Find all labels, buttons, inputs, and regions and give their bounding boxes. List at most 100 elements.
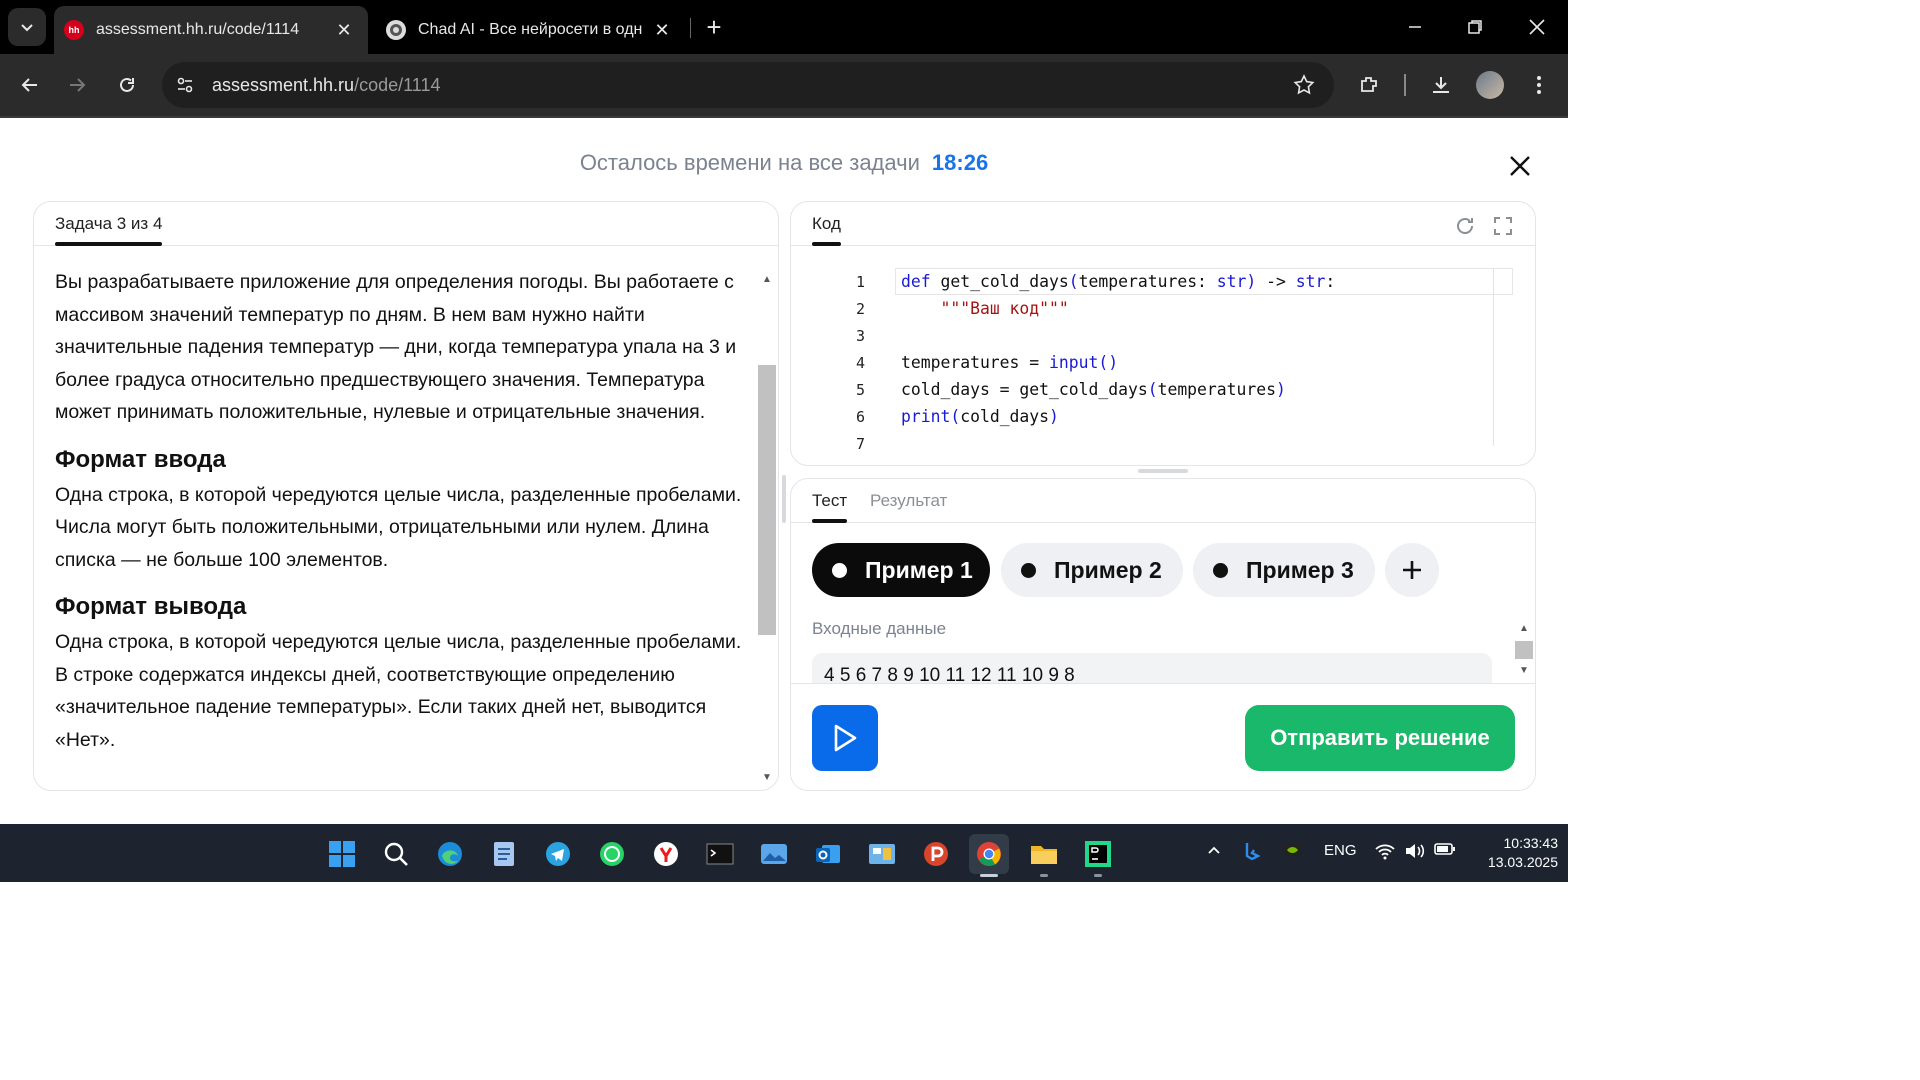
example-label: Пример 3 (1246, 556, 1354, 583)
close-window-icon[interactable] (1522, 12, 1552, 42)
hh-favicon-icon: hh (64, 20, 84, 40)
example-2-button[interactable]: Пример 2 (1001, 543, 1183, 597)
bing-icon[interactable] (1244, 842, 1261, 864)
task-panel: Задача 3 из 4 Вы разрабатываете приложен… (33, 201, 779, 791)
chrome-icon[interactable] (969, 834, 1009, 874)
example-3-button[interactable]: Пример 3 (1193, 543, 1375, 597)
code-panel: Код 1 def get_cold_days(temperatures: st… (790, 201, 1536, 466)
code-line: 2 """Ваш код""" (791, 295, 1511, 322)
code-editor[interactable]: 1 def get_cold_days(temperatures: str) -… (791, 258, 1535, 458)
timer-bar: Осталось времени на все задачи 18:26 (0, 150, 1568, 176)
file-explorer-icon[interactable] (1024, 834, 1064, 874)
example-label: Пример 2 (1054, 556, 1162, 583)
control-panel-icon[interactable] (862, 834, 902, 874)
windows-taskbar: ENG 10:33:43 13.03.2025 (0, 824, 1568, 882)
scrollbar-thumb[interactable] (758, 365, 776, 635)
output-format-heading: Формат вывода (55, 593, 247, 620)
tab-divider (690, 18, 691, 38)
scroll-up-icon[interactable]: ▲ (1517, 623, 1531, 635)
editor-resize-handle[interactable] (1138, 469, 1188, 473)
submit-solution-button[interactable]: Отправить решение (1245, 705, 1515, 771)
close-icon[interactable] (1506, 152, 1534, 180)
chad-ai-favicon-icon (386, 20, 406, 40)
profile-avatar[interactable] (1473, 68, 1507, 102)
tab-task[interactable]: Задача 3 из 4 (55, 214, 163, 246)
input-format-heading: Формат ввода (55, 445, 226, 473)
divider (0, 116, 1568, 118)
outlook-icon[interactable] (808, 834, 848, 874)
bookmark-star-icon[interactable] (1292, 73, 1316, 97)
windows-start-icon[interactable] (322, 834, 362, 874)
play-icon (834, 724, 857, 752)
terminal-icon[interactable] (700, 834, 740, 874)
menu-kebab-icon[interactable] (1522, 68, 1556, 102)
volume-icon[interactable] (1404, 842, 1426, 864)
active-indicator (980, 874, 998, 877)
notepad-icon[interactable] (484, 834, 524, 874)
edge-icon[interactable] (430, 834, 470, 874)
example-1-button[interactable]: Пример 1 (812, 543, 990, 597)
app-p-icon[interactable] (916, 834, 956, 874)
scroll-up-icon[interactable]: ▲ (760, 274, 774, 286)
code-line: 3 (791, 322, 1511, 349)
panel-resize-handle[interactable] (782, 475, 786, 523)
tab-search-button[interactable] (8, 8, 46, 46)
reload-icon[interactable] (110, 68, 144, 102)
browser-tab-active[interactable]: hh assessment.hh.ru/code/1114 ✕ (54, 6, 368, 54)
test-tabs: Тест Результат (791, 479, 1535, 523)
task-tabs: Задача 3 из 4 (34, 202, 778, 246)
line-number: 4 (855, 353, 865, 372)
timer-value: 18:26 (931, 150, 989, 175)
telegram-icon[interactable] (538, 834, 578, 874)
minimize-icon[interactable] (1400, 12, 1430, 42)
tab-test[interactable]: Тест (812, 491, 848, 523)
chevron-up-icon[interactable] (1206, 842, 1222, 862)
code-text: """Ваш код""" (940, 299, 1069, 318)
scroll-down-icon[interactable]: ▼ (1517, 665, 1531, 677)
photos-icon[interactable] (754, 834, 794, 874)
line-number: 6 (855, 407, 865, 426)
line-number: 7 (855, 434, 865, 453)
scrollbar-thumb[interactable] (1515, 641, 1533, 659)
whatsapp-icon[interactable] (592, 834, 632, 874)
run-button[interactable] (812, 705, 878, 771)
system-clock[interactable]: 10:33:43 13.03.2025 (1462, 834, 1558, 872)
browser-tab[interactable]: Chad AI - Все нейросети в одн ✕ (376, 6, 686, 54)
restore-icon[interactable] (1460, 12, 1490, 42)
bullet-icon (1021, 562, 1036, 578)
nvidia-icon[interactable] (1282, 842, 1302, 862)
example-label: Пример 1 (865, 556, 973, 583)
tab-code[interactable]: Код (812, 214, 841, 246)
battery-icon[interactable] (1434, 842, 1456, 860)
close-tab-icon[interactable]: ✕ (332, 18, 356, 42)
reset-code-icon[interactable] (1453, 214, 1477, 238)
pycharm-icon[interactable] (1078, 834, 1118, 874)
fullscreen-icon[interactable] (1491, 214, 1515, 238)
tab-result[interactable]: Результат (870, 491, 947, 511)
code-text: def get_cold_days(temperatures: str) -> … (901, 272, 1336, 291)
back-icon[interactable] (13, 68, 47, 102)
running-indicator (1040, 874, 1048, 877)
code-text: cold_days = get_cold_days(temperatures) (901, 380, 1286, 399)
wifi-icon[interactable] (1374, 842, 1396, 864)
input-format-text: Одна строка, в которой чередуются целые … (55, 483, 742, 571)
new-tab-icon[interactable]: + (700, 14, 728, 42)
yandex-browser-icon[interactable] (646, 834, 686, 874)
extensions-icon[interactable] (1352, 68, 1386, 102)
close-tab-icon[interactable]: ✕ (650, 18, 674, 42)
code-text: temperatures = input() (901, 353, 1119, 372)
address-bar[interactable]: assessment.hh.ru/code/1114 (162, 62, 1334, 108)
line-number: 2 (855, 299, 865, 318)
tab-title: Chad AI - Все нейросети в одн (418, 21, 643, 38)
code-line: 5 cold_days = get_cold_days(temperatures… (791, 376, 1511, 403)
language-indicator[interactable]: ENG (1324, 842, 1357, 859)
forward-icon[interactable] (60, 68, 94, 102)
line-number: 5 (855, 380, 865, 399)
scroll-down-icon[interactable]: ▼ (760, 772, 774, 784)
search-icon[interactable] (376, 834, 416, 874)
add-example-button[interactable] (1385, 543, 1439, 597)
download-icon[interactable] (1424, 68, 1458, 102)
site-info-icon[interactable] (172, 72, 198, 98)
clock-time: 10:33:43 (1503, 835, 1559, 851)
task-text: Вы разрабатываете приложение для определ… (55, 271, 737, 423)
